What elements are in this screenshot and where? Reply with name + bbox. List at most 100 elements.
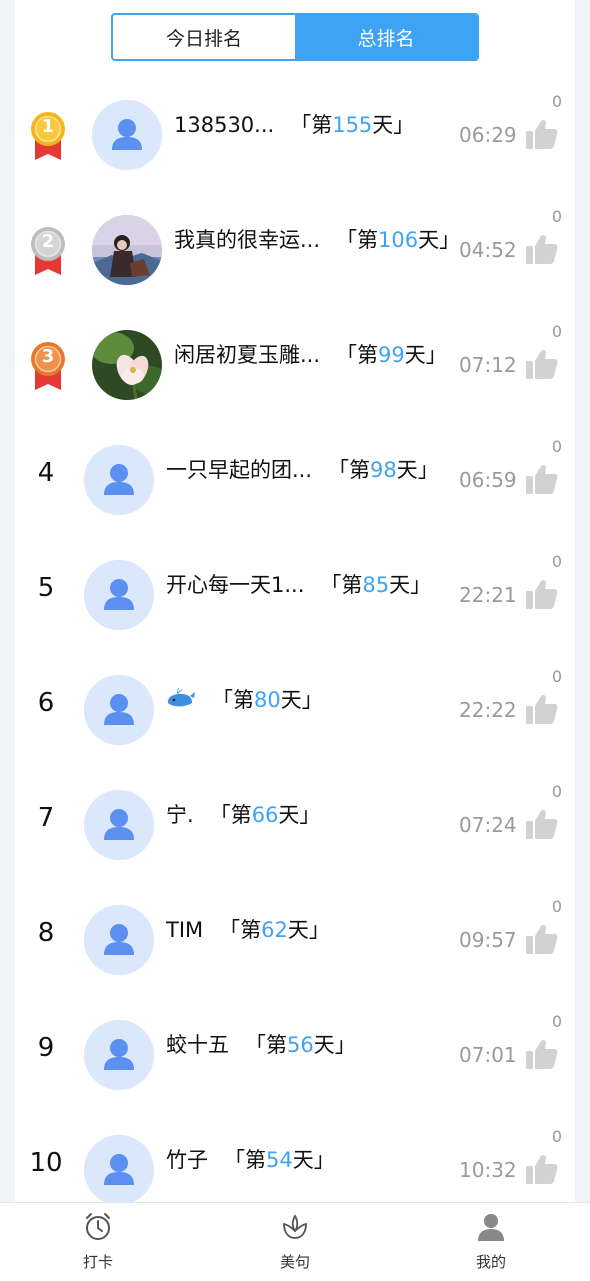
day-count-suffix: 天」 — [389, 573, 432, 597]
user-name: 一只早起的团... — [166, 458, 313, 482]
checkin-time: 09:57 — [459, 928, 517, 952]
day-count: 99 — [378, 343, 405, 367]
ranking-row[interactable]: 5 开心每一天1... 「第85天」 0 22:21 — [15, 537, 575, 652]
day-count-suffix: 天」 — [313, 1033, 356, 1057]
day-count-suffix: 天」 — [372, 113, 415, 137]
like-count: 0 — [551, 897, 563, 916]
ranking-row[interactable]: 6 「第80天」 0 22:22 — [15, 652, 575, 767]
user-name: 宁. — [166, 803, 194, 827]
day-count: 106 — [378, 228, 419, 252]
day-count-prefix: 「第 — [336, 228, 379, 252]
day-count-suffix: 天」 — [287, 918, 330, 942]
default-avatar-icon — [84, 905, 154, 975]
thumbs-up-icon[interactable] — [525, 577, 559, 611]
thumbs-up-icon[interactable] — [525, 1152, 559, 1186]
ranking-row[interactable]: 3 闲居初夏玉雕... 「第99天」 0 07:12 — [15, 307, 575, 422]
default-avatar-icon — [84, 560, 154, 630]
avatar[interactable] — [92, 100, 162, 170]
user-name: 竹子 — [166, 1148, 208, 1172]
ranking-row[interactable]: 1 138530... 「第155天」 0 06:29 — [15, 77, 575, 192]
user-name-line: 一只早起的团... 「第98天」 — [166, 454, 439, 484]
day-count-suffix: 天」 — [418, 228, 461, 252]
user-name-line: 宁. 「第66天」 — [166, 799, 320, 829]
day-count-suffix: 天」 — [292, 1148, 335, 1172]
bottom-nav: 打卡 美句 我的 — [0, 1202, 590, 1281]
thumbs-up-icon[interactable] — [525, 347, 559, 381]
thumbs-up-icon[interactable] — [525, 462, 559, 496]
user-name: 开心每一天1... — [166, 573, 305, 597]
checkin-time: 07:01 — [459, 1043, 517, 1067]
nav-item-quotes[interactable]: 美句 — [235, 1203, 355, 1281]
rank-number: 10 — [29, 1148, 63, 1178]
like-count: 0 — [551, 667, 563, 686]
default-avatar-icon — [92, 100, 162, 170]
avatar[interactable] — [84, 560, 154, 630]
user-name: 我真的很幸运... — [174, 228, 321, 252]
thumbs-up-icon[interactable] — [525, 807, 559, 841]
tab-total-ranking[interactable]: 总排名 — [295, 15, 477, 59]
ranking-row[interactable]: 2 我真的很幸运... 「第106天」 0 04:52 — [15, 192, 575, 307]
day-count-suffix: 天」 — [396, 458, 439, 482]
thumbs-up-icon[interactable] — [525, 232, 559, 266]
nav-item-checkin[interactable]: 打卡 — [38, 1203, 158, 1281]
day-count-prefix: 「第 — [328, 458, 371, 482]
ranking-row[interactable]: 7 宁. 「第66天」 0 07:24 — [15, 767, 575, 882]
like-count: 0 — [551, 207, 563, 226]
ranking-row[interactable]: 9 蛟十五 「第56天」 0 07:01 — [15, 997, 575, 1112]
thumbs-up-icon[interactable] — [525, 117, 559, 151]
user-icon — [478, 1214, 504, 1241]
day-count: 85 — [362, 573, 390, 597]
tab-today-ranking[interactable]: 今日排名 — [113, 15, 295, 59]
medal-rank-number: 3 — [41, 346, 55, 367]
avatar[interactable] — [92, 215, 162, 285]
thumbs-up-icon[interactable] — [525, 922, 559, 956]
user-name-line: 「第80天」 — [166, 684, 323, 715]
thumbs-up-icon[interactable] — [525, 692, 559, 726]
like-count: 0 — [551, 437, 563, 456]
avatar[interactable] — [92, 330, 162, 400]
avatar[interactable] — [84, 790, 154, 860]
rank-number: 8 — [37, 918, 55, 948]
rank-number: 9 — [37, 1033, 55, 1063]
day-count-prefix: 「第 — [336, 343, 379, 367]
day-count-prefix: 「第 — [209, 803, 252, 827]
like-count: 0 — [551, 1012, 563, 1031]
nav-label: 美句 — [279, 1253, 310, 1271]
day-count-prefix: 「第 — [320, 573, 363, 597]
ranking-tabs: 今日排名 总排名 — [111, 13, 479, 61]
checkin-time: 07:24 — [459, 813, 517, 837]
rank-number: 7 — [37, 803, 55, 833]
ranking-row[interactable]: 8 TIM 「第62天」 0 09:57 — [15, 882, 575, 997]
day-count: 155 — [332, 113, 373, 137]
ranking-row[interactable]: 4 一只早起的团... 「第98天」 0 06:59 — [15, 422, 575, 537]
user-name-line: 闲居初夏玉雕... 「第99天」 — [174, 339, 447, 369]
checkin-time: 22:21 — [459, 583, 517, 607]
avatar[interactable] — [84, 1135, 154, 1202]
checkin-time: 06:59 — [459, 468, 517, 492]
bronze-medal-icon: 3 — [29, 340, 67, 404]
photo-avatar-girl — [92, 215, 162, 285]
like-count: 0 — [551, 1127, 563, 1146]
user-name: TIM — [166, 918, 204, 942]
default-avatar-icon — [84, 675, 154, 745]
avatar[interactable] — [84, 675, 154, 745]
user-name-line: TIM 「第62天」 — [166, 914, 330, 944]
default-avatar-icon — [84, 1020, 154, 1090]
checkin-time: 04:52 — [459, 238, 517, 262]
nav-item-mine[interactable]: 我的 — [431, 1203, 551, 1281]
lotus-icon — [283, 1214, 307, 1239]
day-count: 56 — [287, 1033, 314, 1057]
ranking-row[interactable]: 10 竹子 「第54天」 0 10:32 — [15, 1112, 575, 1202]
checkin-time: 07:12 — [459, 353, 517, 377]
like-count: 0 — [551, 552, 563, 571]
nav-label: 我的 — [475, 1253, 506, 1271]
user-name-line: 我真的很幸运... 「第106天」 — [174, 224, 460, 254]
thumbs-up-icon[interactable] — [525, 1037, 559, 1071]
user-name: 138530... — [174, 113, 275, 137]
day-count-prefix: 「第 — [212, 688, 254, 712]
default-avatar-icon — [84, 1135, 154, 1202]
avatar[interactable] — [84, 905, 154, 975]
checkin-time: 22:22 — [459, 698, 517, 722]
avatar[interactable] — [84, 445, 154, 515]
avatar[interactable] — [84, 1020, 154, 1090]
